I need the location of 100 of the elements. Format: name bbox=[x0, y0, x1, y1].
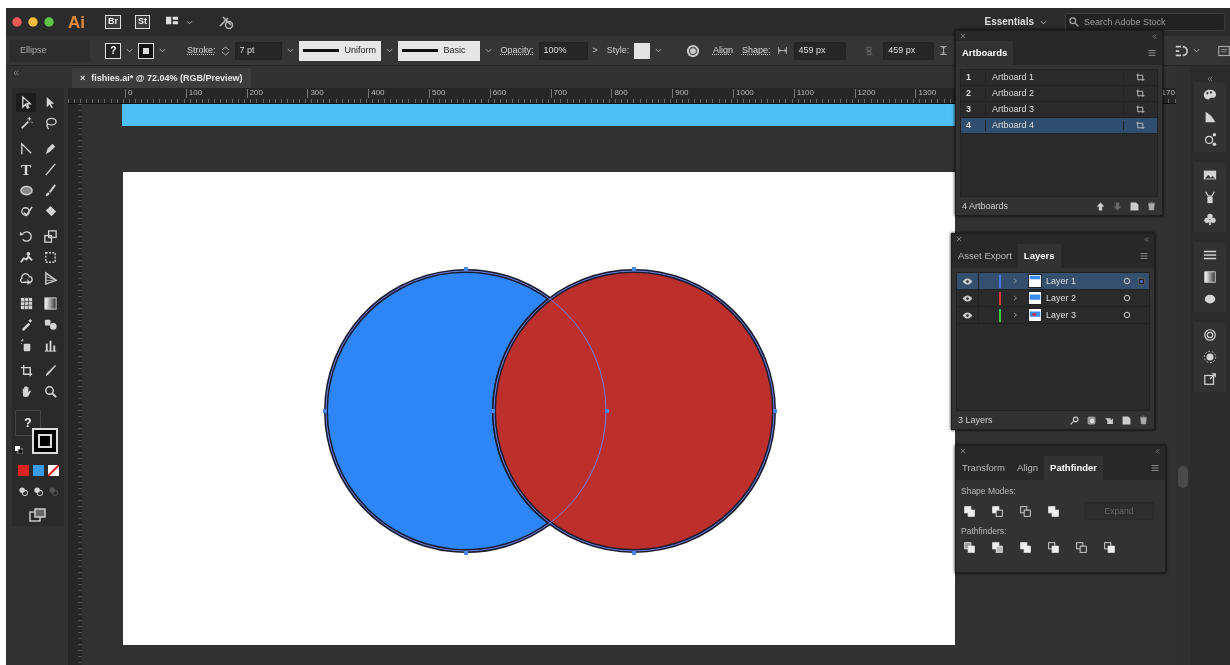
trash-icon[interactable] bbox=[1139, 415, 1148, 425]
gradient-icon[interactable] bbox=[42, 296, 58, 311]
export-icon[interactable] bbox=[1203, 372, 1217, 386]
unite-icon[interactable] bbox=[964, 505, 975, 517]
eye-icon[interactable] bbox=[962, 294, 973, 302]
club-icon[interactable] bbox=[1203, 212, 1217, 226]
zoom-button[interactable] bbox=[44, 17, 54, 27]
artboard-row[interactable]: 2 Artboard 2 bbox=[961, 86, 1157, 102]
collapse-icon[interactable] bbox=[12, 70, 20, 76]
bar-graph-icon[interactable] bbox=[42, 338, 58, 353]
divide-icon[interactable] bbox=[964, 542, 975, 554]
app-switcher[interactable]: Br bbox=[105, 15, 121, 29]
blend-icon[interactable] bbox=[42, 317, 58, 332]
blob-icon[interactable] bbox=[1203, 292, 1217, 306]
app-switcher[interactable]: St bbox=[135, 15, 150, 29]
artboard-icon[interactable] bbox=[18, 363, 34, 378]
gradient-swatch-icon[interactable] bbox=[1203, 270, 1217, 284]
outline-icon[interactable] bbox=[1076, 542, 1087, 554]
figure-icon[interactable] bbox=[18, 250, 34, 265]
search-icon[interactable] bbox=[1069, 17, 1079, 27]
profile-dropdown[interactable]: Uniform bbox=[298, 40, 381, 61]
caret-icon[interactable] bbox=[385, 47, 393, 54]
panel-menu-icon[interactable] bbox=[1147, 49, 1157, 57]
rings-icon[interactable] bbox=[1203, 328, 1217, 342]
stroke-swatch[interactable] bbox=[138, 42, 154, 59]
stroke-link[interactable]: Stroke: bbox=[187, 45, 216, 56]
search-icon[interactable] bbox=[1070, 415, 1079, 425]
collapse-icon[interactable] bbox=[1206, 76, 1214, 82]
caret-icon[interactable] bbox=[286, 47, 294, 54]
brush-dropdown[interactable]: Basic bbox=[397, 40, 480, 61]
panel-tab[interactable]: Transform bbox=[956, 456, 1011, 480]
circle[interactable] bbox=[492, 269, 776, 553]
lines-icon[interactable] bbox=[1203, 248, 1217, 262]
eye-icon[interactable] bbox=[962, 311, 973, 319]
transform-icon[interactable] bbox=[1174, 43, 1189, 58]
new-layer-icon[interactable] bbox=[1122, 415, 1131, 425]
close-tab-button[interactable]: × bbox=[80, 72, 86, 84]
fill-swatch[interactable]: ? bbox=[105, 42, 121, 59]
panel-tab[interactable]: Align bbox=[1010, 456, 1045, 480]
panel-tab[interactable]: Layers bbox=[1017, 244, 1061, 268]
target-icon[interactable] bbox=[1123, 294, 1131, 302]
screen-mode-icon[interactable] bbox=[29, 508, 47, 522]
caret-icon[interactable] bbox=[484, 47, 492, 54]
shape-link[interactable]: Shape: bbox=[741, 45, 771, 56]
panel-tab[interactable]: Pathfinder bbox=[1044, 456, 1104, 480]
workspace-switcher[interactable]: Essentials bbox=[984, 16, 1034, 28]
caret-icon[interactable] bbox=[655, 47, 663, 54]
align-link[interactable]: Align bbox=[712, 45, 733, 56]
height-icon[interactable] bbox=[939, 44, 949, 57]
merge-icon[interactable] bbox=[1020, 542, 1031, 554]
panel-tab[interactable]: Artboards bbox=[956, 41, 1014, 65]
stroke-box[interactable] bbox=[32, 428, 58, 454]
new-artboard-icon[interactable] bbox=[1130, 201, 1139, 211]
layer-row[interactable]: Layer 2 bbox=[957, 290, 1149, 307]
artboard-options-icon[interactable] bbox=[1135, 121, 1146, 130]
caret-icon[interactable] bbox=[126, 47, 133, 54]
close-icon[interactable] bbox=[960, 33, 966, 39]
width-icon[interactable] bbox=[775, 46, 789, 55]
mesh-icon[interactable] bbox=[18, 296, 34, 311]
exclude-icon[interactable] bbox=[1048, 505, 1059, 517]
layer-row[interactable]: Layer 3 bbox=[957, 307, 1149, 324]
minimize-button[interactable] bbox=[28, 17, 38, 27]
search-field[interactable]: Search Adobe Stock bbox=[1065, 13, 1225, 31]
perspective-grid-icon[interactable] bbox=[42, 271, 58, 286]
eye-icon[interactable] bbox=[962, 277, 973, 285]
palette-icon[interactable] bbox=[1203, 88, 1217, 102]
clip-mask-icon[interactable] bbox=[1087, 415, 1096, 425]
artboard-row[interactable]: 1 Artboard 1 bbox=[961, 70, 1157, 86]
crop-icon[interactable] bbox=[1048, 542, 1059, 554]
panel-menu-icon[interactable] bbox=[1139, 252, 1149, 260]
type-tool[interactable]: T bbox=[16, 160, 36, 179]
style-swatch[interactable] bbox=[634, 42, 651, 59]
wand-icon[interactable] bbox=[18, 116, 34, 131]
expand-chevron-icon[interactable] bbox=[1013, 294, 1018, 302]
rotate-icon[interactable] bbox=[18, 229, 34, 244]
target-icon[interactable] bbox=[1123, 311, 1131, 319]
caret-icon[interactable] bbox=[1193, 47, 1201, 54]
close-icon[interactable] bbox=[956, 236, 962, 242]
close-icon[interactable] bbox=[960, 448, 966, 454]
trim-icon[interactable] bbox=[992, 542, 1003, 554]
default-colors-icon[interactable] bbox=[15, 446, 23, 454]
fill-box[interactable]: ? bbox=[15, 410, 41, 436]
recolor-icon[interactable] bbox=[685, 43, 700, 58]
artboard-options-icon[interactable] bbox=[1135, 105, 1146, 114]
scale-icon[interactable] bbox=[42, 229, 58, 244]
image-icon[interactable] bbox=[1203, 168, 1217, 182]
intersect-icon[interactable] bbox=[1020, 505, 1031, 517]
width-field[interactable]: 459 px bbox=[793, 41, 847, 60]
expand-chevron-icon[interactable] bbox=[1013, 311, 1018, 319]
gradient-mode-icon[interactable] bbox=[32, 465, 44, 476]
height-field[interactable]: 459 px bbox=[883, 41, 935, 60]
checkmark-icon[interactable] bbox=[18, 204, 34, 219]
spinner-icon[interactable] bbox=[220, 43, 230, 58]
up-arrow-icon[interactable] bbox=[1096, 201, 1105, 211]
caret-icon[interactable] bbox=[159, 47, 166, 54]
brush-stroke-icon[interactable] bbox=[1203, 110, 1217, 124]
close-button[interactable] bbox=[12, 17, 22, 27]
stroke-weight-field[interactable]: 7 pt bbox=[234, 41, 282, 60]
caret-icon[interactable] bbox=[1040, 18, 1047, 26]
color-mode-icon[interactable] bbox=[17, 465, 29, 476]
